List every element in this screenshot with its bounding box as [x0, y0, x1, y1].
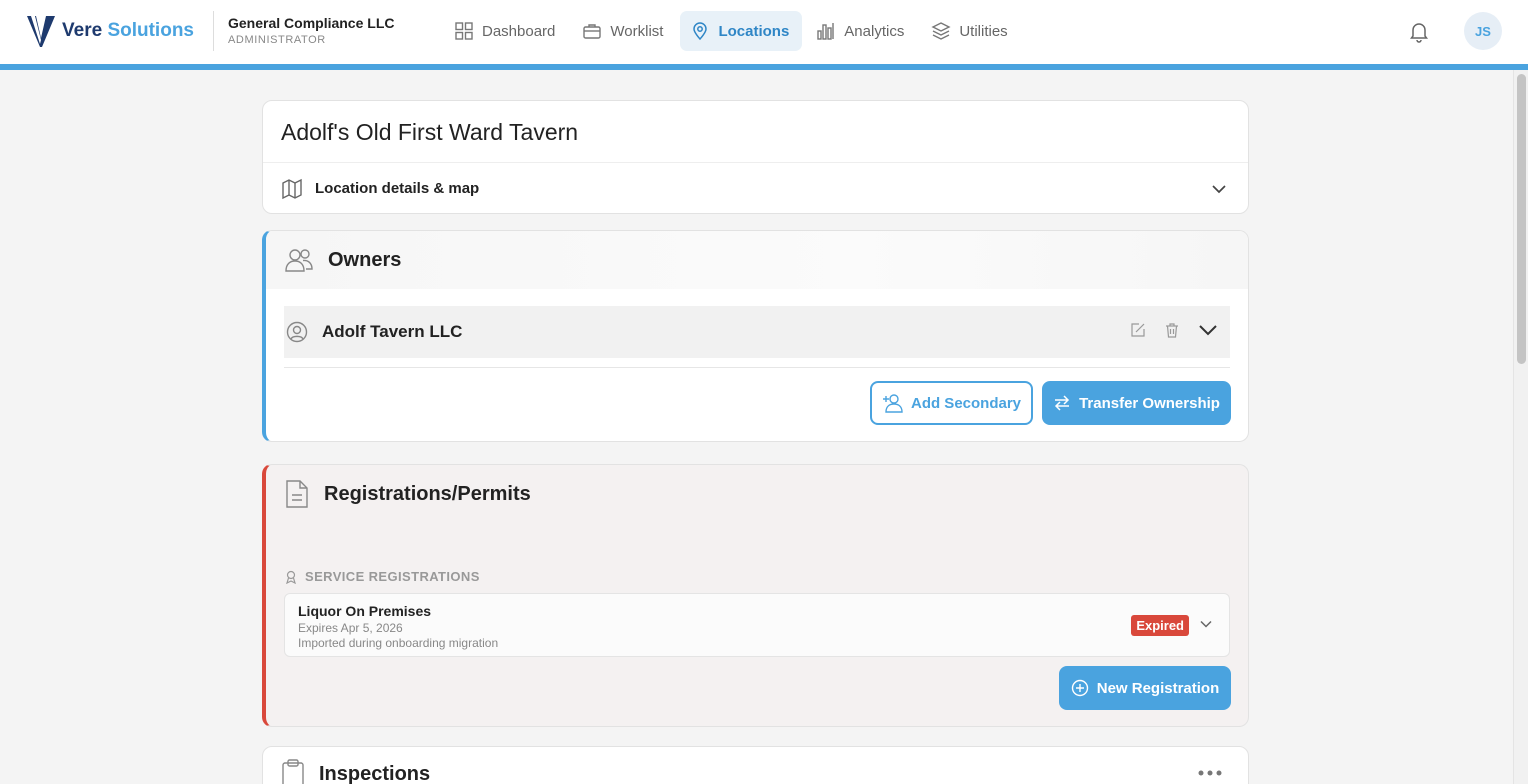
nav-dashboard[interactable]: Dashboard [444, 11, 568, 51]
nav-analytics-label: Analytics [844, 22, 905, 40]
service-registrations-label: SERVICE REGISTRATIONS [305, 569, 480, 584]
owners-header: Owners [266, 231, 1248, 289]
nav-utilities-label: Utilities [959, 22, 1008, 40]
location-details-toggle[interactable]: Location details & map [263, 162, 1248, 213]
owner-name: Adolf Tavern LLC [322, 322, 463, 341]
award-icon [286, 570, 296, 584]
owner-actions [1130, 320, 1230, 340]
bar-chart-icon [817, 23, 834, 40]
owners-divider [284, 367, 1230, 368]
document-icon [286, 480, 308, 508]
add-secondary-label: Add Secondary [910, 394, 1022, 412]
brand-name: Vere Solutions [62, 20, 194, 41]
plus-circle-icon [1071, 679, 1088, 697]
chevron-down-icon[interactable] [1198, 320, 1218, 340]
nav-dashboard-label: Dashboard [482, 22, 556, 40]
organization-info[interactable]: General Compliance LLC ADMINISTRATOR [228, 15, 394, 46]
top-navigation-bar: Vere Solutions General Compliance LLC AD… [0, 0, 1528, 64]
owners-card: Owners Adolf Tavern LLC Add Secondary Tr… [262, 230, 1249, 442]
nav-utilities[interactable]: Utilities [921, 11, 1020, 51]
location-title: Adolf's Old First Ward Tavern [281, 119, 579, 145]
add-user-icon [882, 394, 903, 413]
inspections-header: Inspections [281, 759, 430, 784]
new-registration-label: New Registration [1096, 679, 1220, 697]
nav-analytics[interactable]: Analytics [806, 11, 917, 51]
new-registration-button[interactable]: New Registration [1059, 666, 1231, 710]
user-circle-icon [286, 321, 308, 343]
registration-expiry: Expires Apr 5, 2026 [298, 621, 403, 635]
user-avatar[interactable]: JS [1464, 12, 1502, 50]
edit-icon[interactable] [1130, 322, 1146, 338]
nav-locations[interactable]: Locations [680, 11, 803, 51]
more-options-icon[interactable] [1198, 769, 1222, 777]
notifications-bell-icon[interactable] [1407, 19, 1431, 43]
registrations-header: Registrations/Permits [266, 465, 1248, 523]
scrollbar-thumb[interactable] [1517, 74, 1526, 364]
trash-icon[interactable] [1164, 322, 1180, 338]
map-pin-icon [693, 22, 708, 41]
registration-name: Liquor On Premises [298, 603, 432, 619]
registration-note: Imported during onboarding migration [298, 636, 499, 650]
vere-logo-icon [27, 16, 55, 47]
service-registrations-heading: SERVICE REGISTRATIONS [284, 569, 480, 584]
add-secondary-button[interactable]: Add Secondary [870, 381, 1033, 425]
organization-name: General Compliance LLC [228, 15, 395, 31]
brand-logo[interactable]: Vere Solutions [26, 14, 194, 48]
users-icon [285, 249, 313, 272]
status-badge: Expired [1131, 615, 1189, 636]
registrations-card: Registrations/Permits SERVICE REGISTRATI… [262, 464, 1249, 727]
header-accent-bar [0, 64, 1528, 70]
main-nav: Dashboard Worklist Locations Analytics U… [444, 11, 1021, 51]
nav-locations-label: Locations [718, 22, 790, 40]
transfer-ownership-label: Transfer Ownership [1079, 394, 1220, 412]
chevron-down-icon [1212, 184, 1226, 193]
location-details-label: Location details & map [315, 180, 480, 197]
inspections-title: Inspections [319, 762, 431, 784]
registration-row[interactable]: Liquor On Premises Expires Apr 5, 2026 I… [284, 593, 1230, 657]
owner-row[interactable]: Adolf Tavern LLC [284, 306, 1230, 358]
nav-worklist[interactable]: Worklist [572, 11, 676, 51]
grid-icon [455, 22, 473, 40]
location-title-card: Adolf's Old First Ward Tavern Location d… [262, 100, 1249, 214]
transfer-ownership-button[interactable]: Transfer Ownership [1042, 381, 1231, 425]
layers-icon [931, 22, 951, 40]
organization-role: ADMINISTRATOR [228, 34, 326, 46]
page-scrollbar[interactable] [1513, 70, 1528, 784]
nav-worklist-label: Worklist [610, 22, 664, 40]
briefcase-icon [583, 24, 602, 39]
map-icon [282, 178, 302, 199]
clipboard-icon [282, 759, 304, 784]
registrations-title: Registrations/Permits [324, 482, 531, 505]
inspections-card: Inspections [262, 746, 1249, 784]
chevron-down-icon[interactable] [1199, 617, 1213, 631]
header-divider [213, 11, 214, 51]
owners-title: Owners [328, 248, 402, 271]
transfer-arrows-icon [1055, 395, 1070, 411]
